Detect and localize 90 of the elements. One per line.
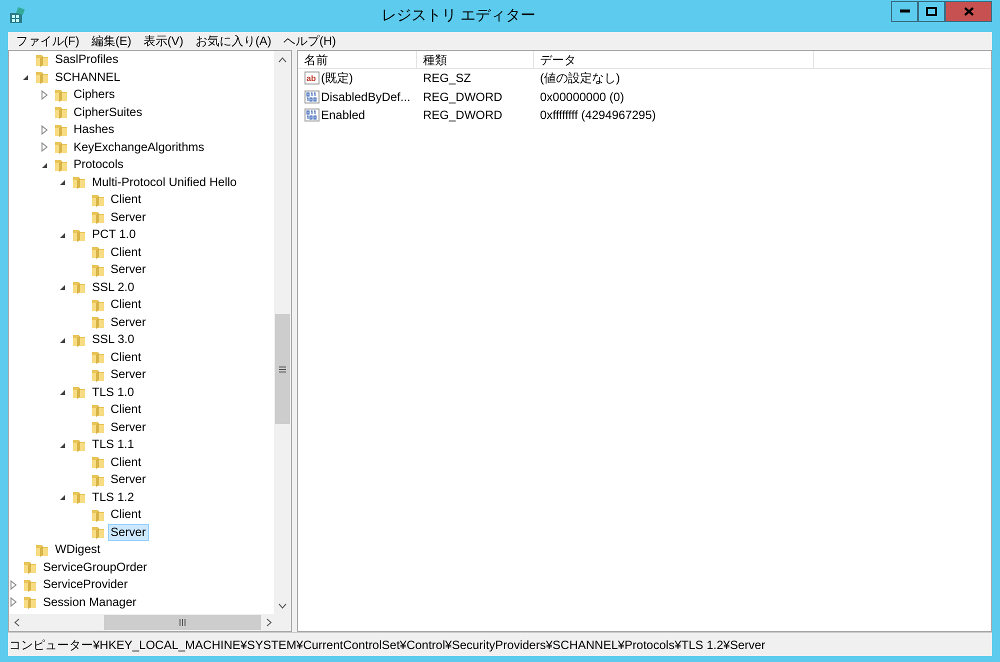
binary-value-icon [304,107,320,124]
tree-item[interactable]: Server [108,314,149,331]
column-header[interactable]: データ [534,51,814,68]
maximize-icon [926,6,937,16]
value-data: 0xffffffff (4294967295) [539,107,657,124]
value-type: REG_DWORD [422,107,504,124]
expand-icon[interactable] [40,124,50,135]
folder-icon [90,524,106,540]
value-type: REG_DWORD [422,88,504,106]
tree-item[interactable]: Ciphers [70,86,118,104]
folder-icon [90,349,106,366]
menu-item[interactable]: お気に入り(A) [189,32,278,50]
tree-item[interactable]: SaslProfiles [52,51,122,68]
tree-item[interactable]: Client [108,191,144,208]
close-icon [964,6,974,16]
tree-item[interactable]: Server [108,418,149,436]
folder-icon [52,104,68,120]
expand-icon[interactable] [9,580,19,590]
tree-item[interactable]: KeyExchangeAlgorithms [70,138,208,156]
tree-item[interactable]: Server [108,366,149,384]
app-icon [8,7,26,25]
folder-icon [90,454,106,470]
minimize-icon [900,9,910,13]
vertical-scrollbar[interactable] [274,51,291,614]
folder-icon [90,314,106,330]
folder-icon [71,384,87,400]
tree-item[interactable]: Server [108,471,149,488]
scroll-down-icon[interactable] [278,602,287,608]
grip-icon [279,366,286,372]
tree-item[interactable]: Client [108,401,144,418]
scroll-right-icon[interactable] [266,618,272,627]
expand-icon[interactable] [40,142,50,152]
grip-icon [179,619,186,626]
value-name[interactable]: (既定) [321,69,353,88]
expand-icon[interactable] [40,90,50,100]
folder-icon [90,419,106,436]
column-header[interactable]: 種類 [417,51,534,68]
menu-item[interactable]: 表示(V) [137,32,190,50]
folder-icon [22,559,38,576]
tree-item[interactable]: Protocols [70,156,127,174]
tree-item[interactable]: PCT 1.0 [89,226,139,244]
tree-item[interactable]: Client [108,348,144,366]
value-data: 0x00000000 (0) [539,88,626,106]
tree-item[interactable]: Hashes [70,121,118,138]
tree-item[interactable]: WDigest [52,541,104,558]
folder-icon [22,594,38,610]
tree-item[interactable]: TLS 1.1 [89,436,138,454]
value-type: REG_SZ [422,70,472,88]
tree-item[interactable]: Server [108,208,149,226]
binary-value-icon [304,88,320,105]
tree-item[interactable]: Server [108,261,149,278]
tree-item[interactable]: CipherSuites [70,104,146,121]
tree-item[interactable]: Client [108,296,144,314]
folder-icon [90,209,106,226]
tree-item[interactable]: Server [108,524,149,541]
menu-item[interactable]: ファイル(F) [10,32,86,50]
tree-item[interactable]: Session Manager [40,594,140,611]
folder-icon [34,69,50,86]
maximize-button[interactable] [918,0,945,22]
scroll-left-icon[interactable] [14,618,20,627]
folder-icon [71,279,87,296]
tree-item[interactable]: TLS 1.0 [89,384,138,401]
tree-item[interactable]: ServiceGroupOrder [40,558,150,576]
value-name[interactable]: Enabled [321,106,366,124]
tree-item[interactable]: Client [108,454,144,471]
status-path: コンピューター¥HKEY_LOCAL_MACHINE¥SYSTEM¥CurrentControlSet¥Control¥SecurityProviders¥SCHANNEL¥Protocols¥TLS 1.2¥Server [8,636,766,654]
string-value-icon: ab [304,70,320,86]
column-header[interactable]: 名前 [298,51,417,68]
value-name[interactable]: DisabledByDef... [321,88,410,106]
expand-icon[interactable] [9,597,19,608]
tree-item[interactable]: Client [108,506,144,524]
folder-icon [52,139,68,156]
folder-icon [71,174,87,190]
menu-item[interactable]: ヘルプ(H) [277,32,342,50]
tree-item[interactable]: SCHANNEL [52,68,124,86]
tree-item[interactable]: SSL 2.0 [89,278,138,296]
tree-item[interactable]: SSL 3.0 [89,331,138,348]
tree-item[interactable]: Multi-Protocol Unified Hello [89,174,240,191]
tree-item[interactable]: ServiceProvider [40,576,131,594]
value-data: (値の設定なし) [539,70,621,88]
horizontal-scrollbar[interactable] [9,614,291,631]
folder-icon [71,489,87,506]
close-button[interactable] [945,0,992,22]
minimize-button[interactable] [891,0,918,22]
menu-item[interactable]: 編集(E) [85,32,138,50]
scroll-up-icon[interactable] [278,56,287,62]
tree-item[interactable]: Client [108,244,144,261]
window-title: レジストリ エディター [380,6,537,26]
tree-item[interactable]: TLS 1.2 [89,488,138,506]
folder-icon [90,244,106,260]
